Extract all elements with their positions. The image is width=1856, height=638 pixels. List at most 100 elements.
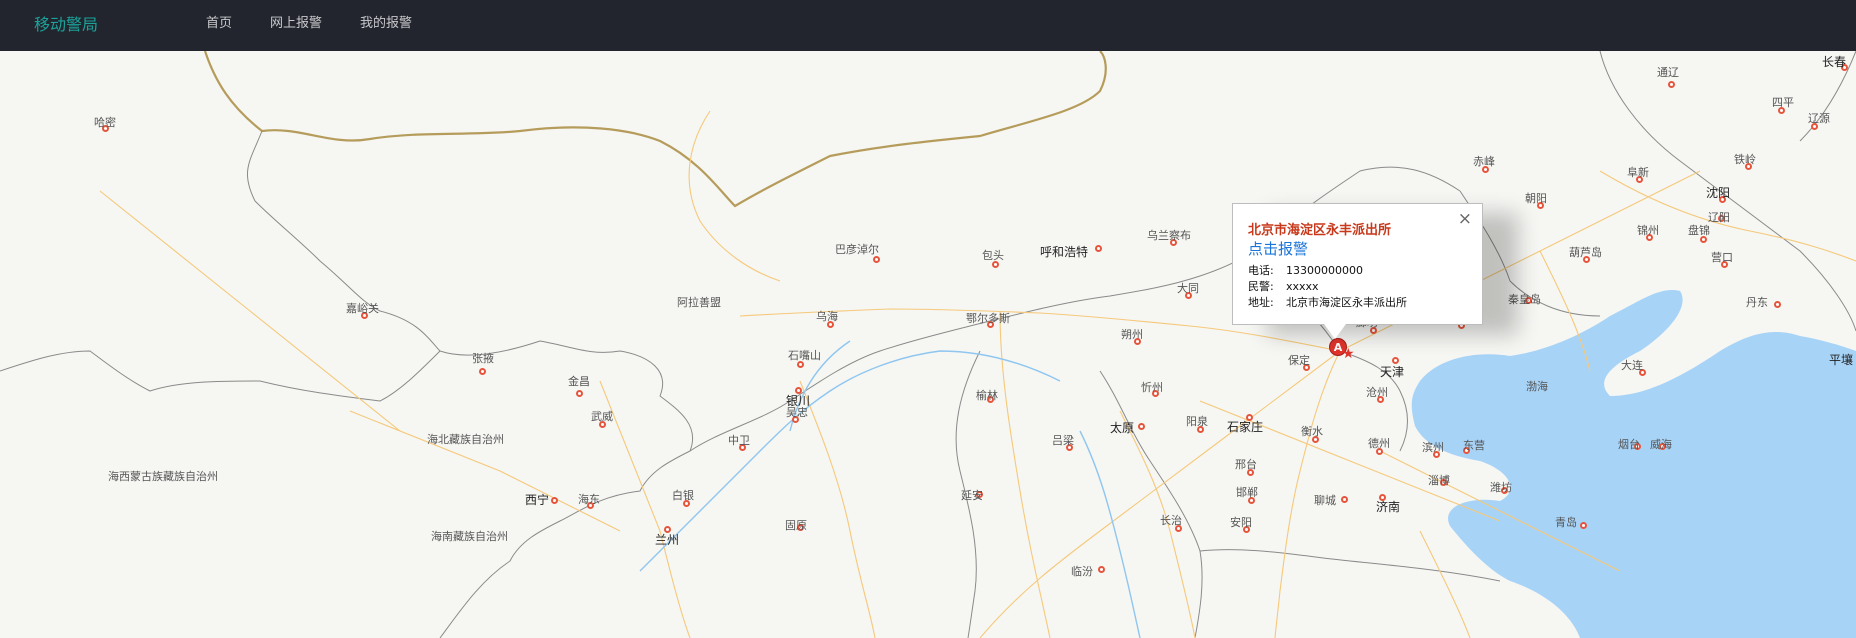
city-label: 聊城	[1314, 494, 1336, 507]
city-label: 阳泉	[1186, 415, 1208, 428]
city-label: 威海	[1650, 438, 1672, 451]
city-label: 西宁	[525, 493, 550, 507]
main-nav: 首页 网上报警 我的报警	[206, 12, 412, 31]
city-label: 烟台	[1618, 438, 1640, 451]
city-label: 海北藏族自治州	[427, 433, 504, 446]
city-label: 丹东	[1746, 296, 1768, 309]
city-dot	[551, 497, 558, 504]
city-label: 长春	[1822, 55, 1847, 69]
city-label: 呼和浩特	[1040, 245, 1089, 259]
city-label: 邢台	[1235, 458, 1257, 471]
city-label: 石家庄	[1227, 420, 1264, 434]
address-value: 北京市海淀区永丰派出所	[1286, 296, 1407, 309]
city-label: 武威	[591, 410, 613, 423]
officer-row: 民警: xxxxx	[1248, 278, 1319, 294]
nav-home[interactable]: 首页	[206, 12, 232, 31]
city-label: 忻州	[1141, 381, 1163, 394]
city-label: 鄂尔多斯	[966, 312, 1010, 325]
phone-value: 13300000000	[1286, 264, 1363, 277]
city-label: 海西蒙古族藏族自治州	[108, 470, 218, 483]
city-label: 海东	[578, 493, 600, 506]
city-label: 安阳	[1230, 516, 1252, 529]
address-row: 地址: 北京市海淀区永丰派出所	[1248, 294, 1407, 310]
city-label: 东营	[1463, 439, 1485, 452]
city-label: 太原	[1110, 421, 1135, 435]
city-label: 沈阳	[1706, 186, 1731, 200]
city-label: 金昌	[568, 375, 590, 388]
city-label: 石嘴山	[788, 349, 821, 362]
map-base-layer	[0, 51, 1856, 638]
city-label: 巴彦淖尔	[835, 243, 879, 256]
city-label: 吴忠	[786, 406, 808, 419]
city-label: 滨州	[1422, 441, 1444, 454]
city-label: 白银	[672, 489, 694, 502]
city-label: 乌海	[816, 310, 838, 323]
city-dot	[1668, 81, 1675, 88]
city-label: 乌兰察布	[1147, 229, 1191, 242]
city-label: 延安	[961, 489, 983, 502]
city-label: 中卫	[728, 434, 750, 447]
city-label: 邯郸	[1236, 486, 1258, 499]
top-navbar: 移动警局 首页 网上报警 我的报警	[0, 0, 1856, 51]
city-label: 朔州	[1121, 328, 1143, 341]
city-label: 大连	[1621, 359, 1643, 372]
info-window-pointer	[1324, 324, 1346, 339]
city-label: 长治	[1160, 514, 1182, 527]
city-label: 嘉峪关	[346, 302, 379, 315]
city-label: 盘锦	[1688, 224, 1710, 237]
city-dot	[479, 368, 486, 375]
city-label: 锦州	[1637, 224, 1659, 237]
city-dot	[576, 390, 583, 397]
city-label: 固原	[785, 519, 807, 532]
city-label: 辽阳	[1708, 211, 1730, 224]
report-link[interactable]: 点击报警	[1248, 238, 1308, 259]
nav-online-report[interactable]: 网上报警	[270, 12, 322, 31]
city-dot	[873, 256, 880, 263]
close-icon[interactable]: ×	[1458, 209, 1472, 229]
city-label: 张掖	[472, 352, 494, 365]
city-dot	[1098, 566, 1105, 573]
city-label: 衡水	[1301, 425, 1323, 438]
city-label: 临汾	[1071, 565, 1093, 578]
city-label: 德州	[1368, 437, 1390, 450]
city-dot	[1341, 496, 1348, 503]
city-dot	[1774, 301, 1781, 308]
city-label: 四平	[1772, 96, 1794, 109]
city-label: 秦皇岛	[1508, 293, 1541, 306]
city-label: 渤海	[1526, 380, 1548, 393]
city-label: 天津	[1380, 365, 1405, 379]
info-window: × 北京市海淀区永丰派出所 点击报警 电话: 13300000000 民警: xxx…	[1232, 203, 1483, 339]
city-label: 朝阳	[1525, 192, 1547, 205]
city-label: 包头	[982, 249, 1004, 262]
city-label: 淄博	[1428, 474, 1450, 487]
city-label: 阜新	[1627, 166, 1649, 179]
city-label: 营口	[1711, 251, 1733, 264]
city-label: 铁岭	[1734, 153, 1756, 166]
city-label: 济南	[1376, 500, 1401, 514]
station-title: 北京市海淀区永丰派出所	[1248, 223, 1392, 238]
capital-star-icon: ★	[1342, 346, 1355, 362]
brand-logo[interactable]: 移动警局	[34, 11, 98, 35]
city-label: 青岛	[1555, 516, 1577, 529]
city-label: 大同	[1177, 282, 1199, 295]
city-label: 赤峰	[1473, 155, 1495, 168]
city-label: 沧州	[1366, 386, 1388, 399]
city-label: 潍坊	[1490, 481, 1512, 494]
map-canvas[interactable]: 哈密 嘉峪关 阿拉善盟 张掖 金昌 武威 海北藏族自治州 海西蒙古族藏族自治州 …	[0, 51, 1856, 638]
city-label: 保定	[1288, 354, 1310, 367]
city-label: 哈密	[94, 116, 116, 129]
city-label: 海南藏族自治州	[431, 530, 508, 543]
city-label: 阿拉善盟	[677, 296, 721, 309]
city-label: 兰州	[655, 533, 680, 547]
city-label: 葫芦岛	[1569, 246, 1602, 259]
city-label: 辽源	[1808, 112, 1830, 125]
city-label: 榆林	[976, 389, 998, 402]
officer-label: 民警:	[1248, 280, 1274, 293]
address-label: 地址:	[1248, 296, 1274, 309]
city-label: 平壤	[1829, 353, 1854, 367]
phone-label: 电话:	[1248, 264, 1274, 277]
nav-my-reports[interactable]: 我的报警	[360, 12, 412, 31]
city-dot	[1138, 423, 1145, 430]
city-label: 通辽	[1657, 66, 1679, 79]
phone-row: 电话: 13300000000	[1248, 262, 1363, 278]
